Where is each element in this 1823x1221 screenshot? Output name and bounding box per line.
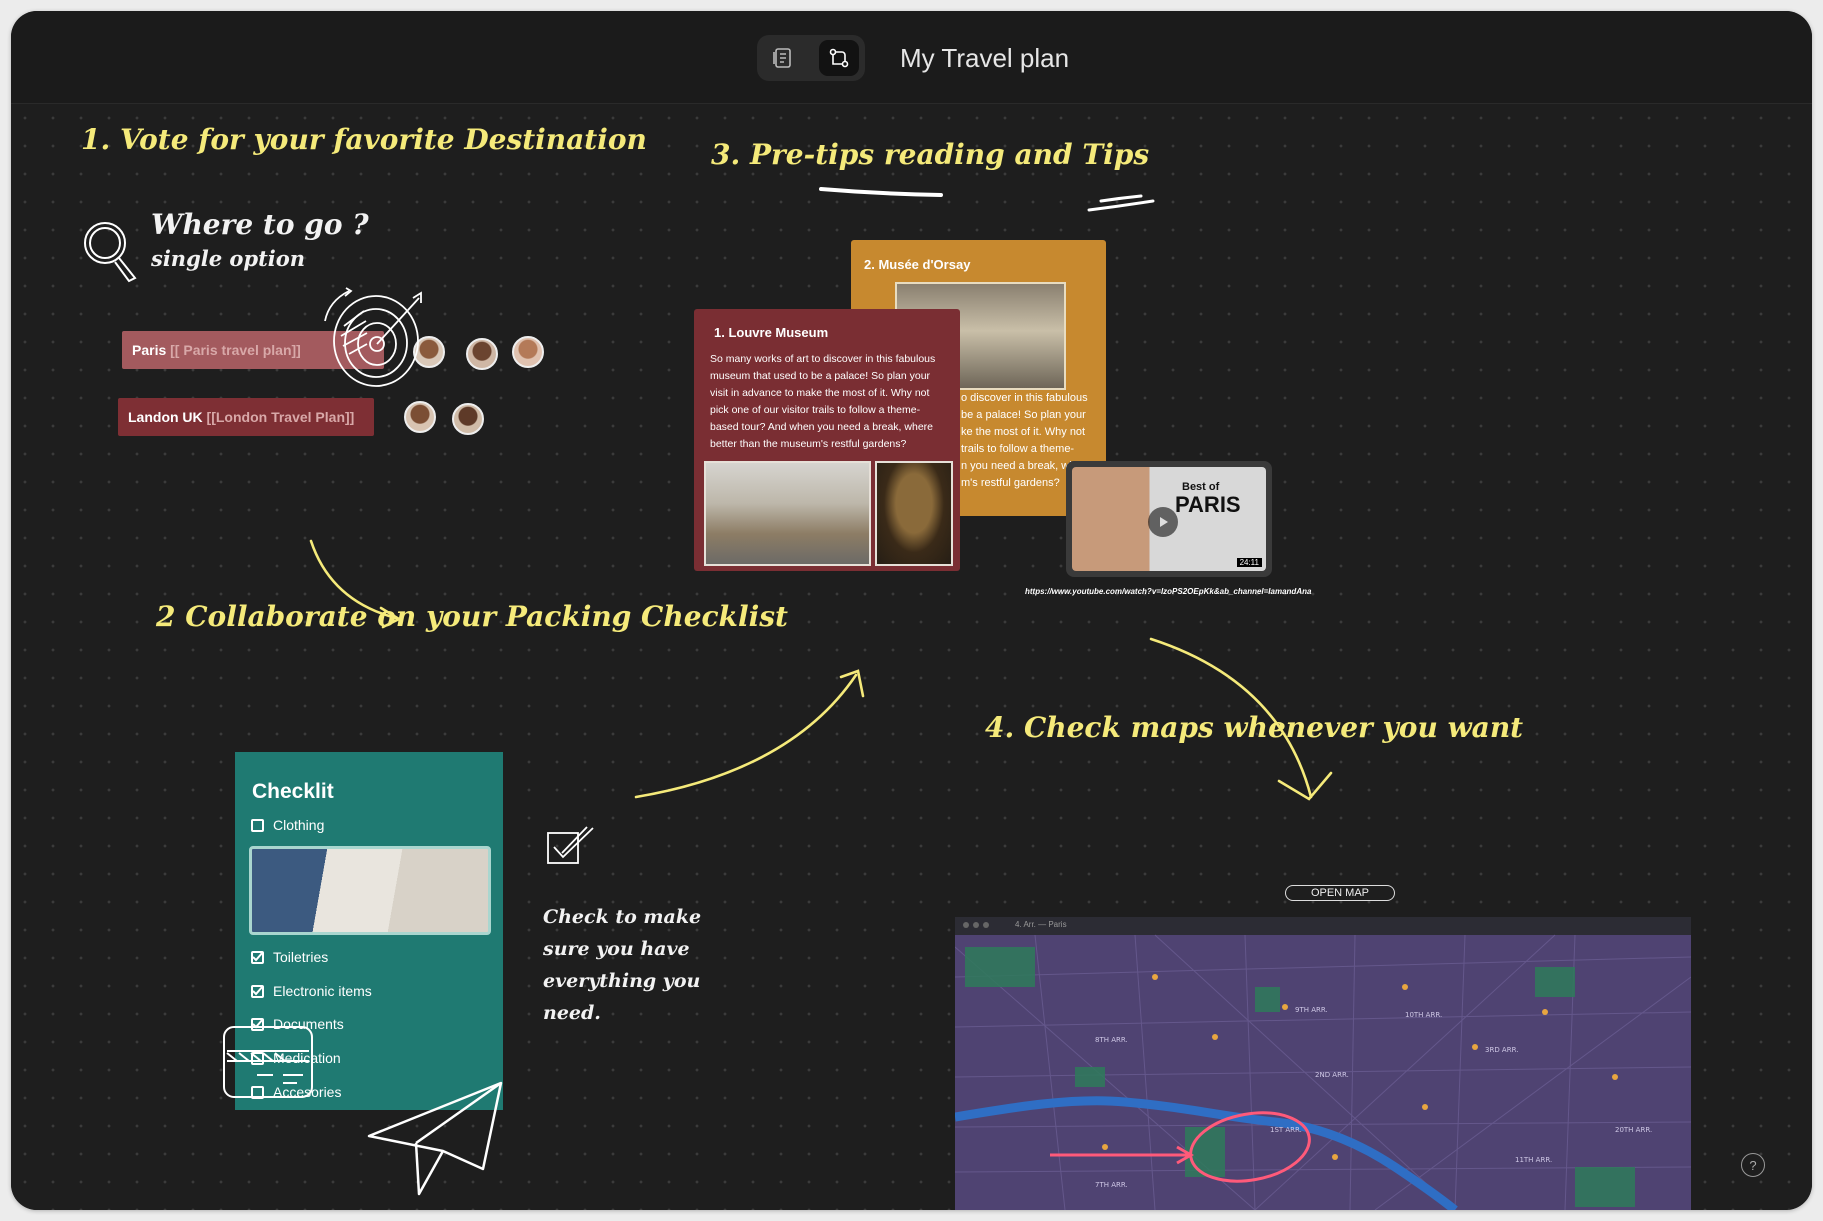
checklist-item[interactable]: Medication — [251, 1050, 341, 1066]
play-icon[interactable] — [1148, 507, 1178, 537]
svg-text:1ST ARR.: 1ST ARR. — [1270, 1126, 1302, 1134]
vote-option-paris[interactable]: Paris [[ Paris travel plan]] — [122, 331, 384, 369]
mona-lisa-photo — [875, 461, 953, 566]
option-name: Paris — [132, 342, 167, 358]
video-duration: 24:11 — [1236, 558, 1262, 567]
video-embed[interactable]: Best of PARIS 24:11 — [1066, 461, 1272, 577]
app-window: My Travel plan 1. Vote for your favorite… — [11, 11, 1812, 1210]
checklist-item[interactable]: Accesories — [251, 1084, 341, 1100]
checkbox[interactable] — [251, 818, 264, 832]
map-embed[interactable]: 4. Arr. — Paris 1ST ARR. 2ND ARR. 3RD AR… — [955, 917, 1691, 1210]
svg-text:7TH ARR.: 7TH ARR. — [1095, 1181, 1128, 1189]
checkbox[interactable] — [251, 1085, 264, 1099]
clothes-photo — [249, 846, 491, 935]
card-title: 2. Musée d'Orsay — [864, 257, 971, 272]
page-title[interactable]: My Travel plan — [900, 43, 1069, 74]
doc-view-icon[interactable] — [763, 40, 803, 76]
checkbox[interactable] — [251, 1051, 264, 1065]
card-text: So many works of art to discover in this… — [710, 353, 936, 450]
section3-heading[interactable]: 3. Pre-tips reading and Tips — [711, 138, 1149, 171]
svg-text:8TH ARR.: 8TH ARR. — [1095, 1036, 1128, 1044]
help-button[interactable]: ? — [1741, 1153, 1765, 1177]
video-url[interactable]: https://www.youtube.com/watch?v=IzoPS2OE… — [1025, 587, 1311, 596]
svg-text:2ND ARR.: 2ND ARR. — [1315, 1071, 1349, 1079]
card-title: 1. Louvre Museum — [714, 325, 829, 340]
avatar — [452, 403, 484, 435]
avatar — [466, 338, 498, 370]
svg-text:11TH ARR.: 11TH ARR. — [1515, 1156, 1552, 1164]
checklist-item[interactable]: Clothing — [251, 817, 324, 833]
option-name: Landon UK — [128, 409, 203, 425]
section1-heading[interactable]: 1. Vote for your favorite Destination — [81, 123, 647, 156]
svg-text:20TH ARR.: 20TH ARR. — [1615, 1126, 1652, 1134]
checkbox-checked[interactable] — [251, 984, 264, 998]
video-thumbnail: Best of PARIS 24:11 — [1072, 467, 1266, 571]
svg-text:10TH ARR.: 10TH ARR. — [1405, 1011, 1442, 1019]
section2-heading[interactable]: 2 Collaborate on your Packing Checklist — [156, 600, 788, 633]
map-graphic: 1ST ARR. 2ND ARR. 3RD ARR. 7TH ARR. 8TH … — [955, 934, 1691, 1210]
packing-checklist[interactable]: Checklit Clothing Toiletries Electronic … — [235, 752, 503, 1110]
option-link[interactable]: [[London Travel Plan]] — [207, 409, 355, 425]
svg-text:9TH ARR.: 9TH ARR. — [1295, 1006, 1328, 1014]
checklist-note[interactable]: Check to make sure you have everything y… — [543, 901, 701, 1029]
avatar — [404, 401, 436, 433]
checklist-item[interactable]: Documents — [251, 1016, 344, 1032]
open-map-button[interactable]: OPEN MAP — [1285, 885, 1395, 901]
video-caption-main: PARIS — [1175, 492, 1241, 517]
whiteboard-view-icon[interactable] — [819, 40, 859, 76]
checkbox-checked[interactable] — [251, 950, 264, 964]
svg-text:3RD ARR.: 3RD ARR. — [1485, 1046, 1518, 1054]
card-louvre[interactable]: 1. Louvre Museum So many works of art to… — [694, 309, 960, 571]
option-link[interactable]: [[ Paris travel plan]] — [170, 342, 301, 358]
checkbox-checked[interactable] — [251, 1017, 264, 1031]
avatar — [413, 336, 445, 368]
subtitle-text[interactable]: single option — [151, 246, 305, 271]
louvre-photo — [704, 461, 871, 566]
checklist-item[interactable]: Toiletries — [251, 949, 328, 965]
top-bar: My Travel plan — [11, 11, 1812, 104]
section4-heading[interactable]: 4. Check maps whenever you want — [985, 711, 1523, 744]
avatar — [512, 336, 544, 368]
question-text[interactable]: Where to go ? — [151, 208, 369, 241]
view-switcher — [757, 35, 865, 81]
checklist-item[interactable]: Electronic items — [251, 983, 372, 999]
vote-option-london[interactable]: Landon UK [[London Travel Plan]] — [118, 398, 374, 436]
checklist-title: Checklit — [252, 780, 334, 803]
